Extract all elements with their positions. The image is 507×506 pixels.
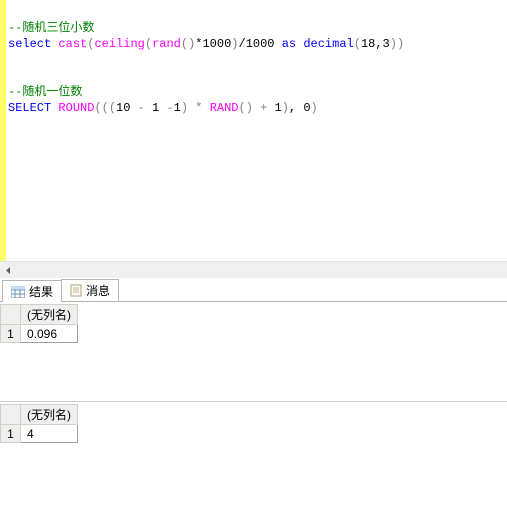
cell-value[interactable]: 4 bbox=[21, 425, 78, 443]
code-func: ROUND bbox=[58, 101, 94, 115]
code-keyword: as bbox=[282, 37, 296, 51]
row-number: 1 bbox=[1, 425, 21, 443]
cell-value[interactable]: 0.096 bbox=[21, 325, 78, 343]
results-tabs: 结果 消息 bbox=[0, 278, 507, 302]
sql-editor[interactable]: --随机三位小数 select cast(ceiling(rand()*1000… bbox=[6, 0, 507, 261]
code-comment: --随机三位小数 bbox=[8, 21, 94, 35]
editor-horizontal-scrollbar[interactable] bbox=[0, 261, 507, 278]
document-icon bbox=[70, 284, 82, 297]
tab-results-label: 结果 bbox=[29, 283, 53, 300]
table-corner bbox=[1, 305, 21, 325]
tab-messages[interactable]: 消息 bbox=[61, 279, 119, 301]
table-header-row: (无列名) bbox=[1, 405, 78, 425]
result-grid-1: (无列名) 1 0.096 bbox=[0, 302, 507, 402]
result-grid-2: (无列名) 1 4 bbox=[0, 402, 507, 502]
grid-icon bbox=[11, 286, 25, 298]
result-table[interactable]: (无列名) 1 4 bbox=[0, 404, 78, 443]
results-area: (无列名) 1 0.096 (无列名) 1 4 bbox=[0, 302, 507, 502]
table-row[interactable]: 1 0.096 bbox=[1, 325, 78, 343]
code-func: cast bbox=[58, 37, 87, 51]
column-header[interactable]: (无列名) bbox=[21, 305, 78, 325]
row-number: 1 bbox=[1, 325, 21, 343]
code-keyword: decimal bbox=[303, 37, 353, 51]
code-keyword: SELECT bbox=[8, 101, 51, 115]
table-header-row: (无列名) bbox=[1, 305, 78, 325]
table-row[interactable]: 1 4 bbox=[1, 425, 78, 443]
scroll-left-arrow-icon[interactable] bbox=[0, 262, 17, 278]
sql-editor-pane: --随机三位小数 select cast(ceiling(rand()*1000… bbox=[0, 0, 507, 261]
table-corner bbox=[1, 405, 21, 425]
code-func: rand bbox=[152, 37, 181, 51]
code-keyword: select bbox=[8, 37, 51, 51]
tab-messages-label: 消息 bbox=[86, 282, 110, 299]
code-comment: --随机一位数 bbox=[8, 85, 82, 99]
tab-results[interactable]: 结果 bbox=[2, 280, 62, 302]
code-func: RAND bbox=[210, 101, 239, 115]
column-header[interactable]: (无列名) bbox=[21, 405, 78, 425]
code-func: ceiling bbox=[94, 37, 144, 51]
result-table[interactable]: (无列名) 1 0.096 bbox=[0, 304, 78, 343]
